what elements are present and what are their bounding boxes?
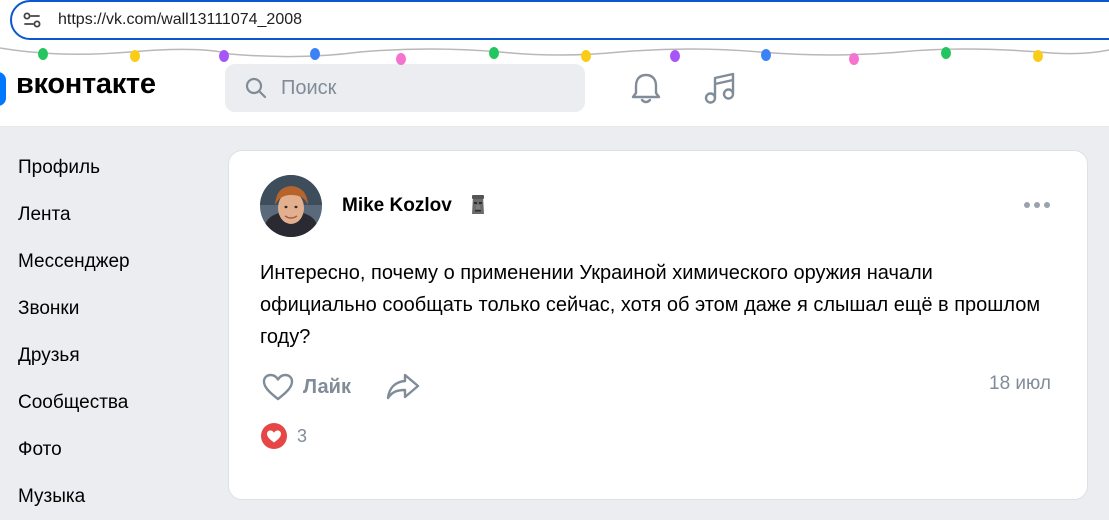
more-options-icon[interactable] <box>1023 201 1051 209</box>
post-date[interactable]: 18 июл <box>989 373 1051 395</box>
like-button[interactable]: Лайк <box>261 369 351 405</box>
nav-item-profile[interactable]: Профиль <box>0 144 210 191</box>
search-icon <box>245 77 267 99</box>
url-text[interactable]: https://vk.com/wall13111074_2008 <box>58 11 302 29</box>
vk-logo-mark[interactable] <box>0 72 6 106</box>
nav-item-communities[interactable]: Сообщества <box>0 379 210 426</box>
reactions-count: 3 <box>297 425 308 446</box>
search-placeholder: Поиск <box>281 77 337 99</box>
bell-icon[interactable] <box>628 70 664 106</box>
nav-item-feed[interactable]: Лента <box>0 191 210 238</box>
music-icon[interactable] <box>703 70 737 106</box>
reactions-summary[interactable]: 3 <box>261 423 307 449</box>
browser-address-bar: https://vk.com/wall13111074_2008 <box>0 0 1109 44</box>
post-text: Интересно, почему о применении Украиной … <box>260 262 1041 348</box>
nav-item-music[interactable]: Музыка <box>0 473 210 520</box>
left-navigation: Профиль Лента Мессенджер Звонки Друзья С… <box>0 144 210 520</box>
share-icon[interactable] <box>385 371 421 401</box>
search-input[interactable]: Поиск <box>225 64 585 112</box>
post-author[interactable]: Mike Kozlov <box>342 195 452 217</box>
moai-emoji-icon <box>472 195 484 214</box>
garland-decoration <box>0 47 1109 65</box>
like-label: Лайк <box>303 375 351 398</box>
nav-item-calls[interactable]: Звонки <box>0 285 210 332</box>
nav-item-friends[interactable]: Друзья <box>0 332 210 379</box>
site-settings-icon[interactable] <box>22 10 42 30</box>
logo-text[interactable]: вконтакте <box>16 68 156 101</box>
heart-reaction-icon <box>261 423 287 449</box>
nav-item-messenger[interactable]: Мессенджер <box>0 238 210 285</box>
nav-item-photos[interactable]: Фото <box>0 426 210 473</box>
avatar[interactable] <box>260 175 322 237</box>
wall-post: Mike Kozlov Интересно, почему о применен… <box>228 150 1088 500</box>
heart-outline-icon <box>262 373 294 401</box>
